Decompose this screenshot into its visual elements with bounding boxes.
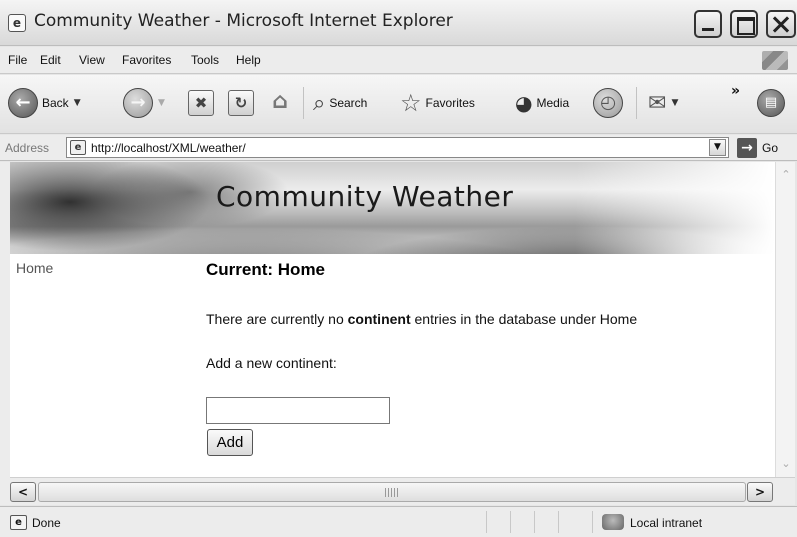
page-done-icon: e	[10, 515, 27, 530]
home-icon: ⌂	[272, 89, 288, 114]
vertical-scrollbar[interactable]: ⌃ ⌄	[775, 162, 795, 477]
toolbar-divider	[636, 87, 637, 119]
address-dropdown-icon[interactable]: ▼	[709, 139, 726, 156]
main-content: Current: Home There are currently no con…	[206, 260, 766, 456]
window-frame-left	[0, 162, 10, 505]
forward-dropdown-icon[interactable]: ▼	[158, 98, 165, 108]
address-label: Address	[5, 141, 50, 155]
toolbar-divider	[303, 87, 304, 119]
go-button[interactable]: Go	[762, 141, 778, 155]
nav-home-link[interactable]: Home	[16, 260, 53, 276]
browser-window: e Community Weather - Microsoft Internet…	[0, 0, 797, 537]
back-arrow-icon: ←	[8, 88, 38, 118]
history-button[interactable]: ◴	[593, 85, 623, 121]
pdf-icon: ▤	[757, 89, 785, 117]
star-icon: ☆	[400, 89, 422, 117]
media-label: Media	[536, 96, 570, 110]
status-text: Done	[32, 516, 61, 530]
home-button[interactable]: ⌂	[267, 85, 293, 121]
menu-favorites[interactable]: Favorites	[122, 53, 171, 67]
add-button[interactable]: Add	[207, 429, 253, 456]
media-icon: ◕	[515, 91, 533, 115]
empty-message: There are currently no continent entries…	[206, 311, 637, 327]
mail-button[interactable]: ✉ ▼	[648, 85, 678, 121]
mail-icon: ✉	[648, 90, 667, 116]
scroll-up-icon[interactable]: ⌃	[779, 168, 793, 182]
scroll-down-icon[interactable]: ⌄	[779, 457, 793, 471]
menu-edit[interactable]: Edit	[40, 53, 61, 67]
status-divider	[534, 511, 535, 533]
banner-fade	[575, 162, 775, 254]
toolbar: ← Back ▼ → ▼ ✖ ↻ ⌂ ⌕ Search ☆ Favorites …	[0, 75, 797, 134]
continent-input[interactable]	[206, 397, 390, 424]
page-viewport: Community Weather Home Current: Home The…	[10, 162, 775, 477]
maximize-button[interactable]	[730, 10, 758, 38]
pdf-button[interactable]: ▤	[757, 85, 785, 121]
menu-file[interactable]: File	[8, 53, 27, 67]
menu-view[interactable]: View	[79, 53, 105, 67]
back-label: Back	[42, 96, 69, 110]
security-zone: Local intranet	[630, 516, 703, 530]
status-divider	[486, 511, 487, 533]
header-banner: Community Weather	[10, 162, 775, 254]
media-button[interactable]: ◕ Media	[515, 85, 569, 121]
close-button[interactable]	[766, 10, 796, 38]
back-dropdown-icon[interactable]: ▼	[74, 98, 81, 108]
scroll-thumb[interactable]	[38, 482, 746, 502]
window-title: Community Weather - Microsoft Internet E…	[34, 11, 453, 31]
status-divider	[592, 511, 593, 533]
empty-message-end: entries in the database under Home	[410, 311, 638, 327]
empty-message-start: There are currently no	[206, 311, 348, 327]
empty-message-keyword: continent	[347, 311, 411, 327]
stop-button[interactable]: ✖	[188, 85, 214, 121]
page-heading: Current: Home	[206, 260, 326, 279]
status-divider	[510, 511, 511, 533]
refresh-icon: ↻	[228, 90, 254, 116]
status-divider	[558, 511, 559, 533]
menu-tools[interactable]: Tools	[191, 53, 219, 67]
address-url[interactable]: http://localhost/XML/weather/	[91, 141, 246, 155]
title-bar: e Community Weather - Microsoft Internet…	[0, 0, 797, 46]
favorites-button[interactable]: ☆ Favorites	[400, 85, 475, 121]
forward-button[interactable]: → ▼	[123, 85, 165, 121]
toolbar-overflow-chevron[interactable]: »	[731, 83, 740, 99]
favorites-label: Favorites	[425, 96, 475, 110]
search-button[interactable]: ⌕ Search	[313, 85, 367, 121]
address-input[interactable]: e http://localhost/XML/weather/ ▼	[66, 137, 729, 158]
history-icon: ◴	[593, 88, 623, 118]
menu-bar: File Edit View Favorites Tools Help	[0, 47, 797, 74]
ie-page-icon: e	[8, 14, 26, 32]
forward-arrow-icon: →	[123, 88, 153, 118]
go-arrow-icon[interactable]: →	[737, 138, 757, 158]
horizontal-scrollbar[interactable]: < >	[10, 477, 795, 505]
refresh-button[interactable]: ↻	[228, 85, 254, 121]
status-bar: e Done Local intranet	[0, 506, 797, 537]
windows-flag-icon	[762, 51, 788, 70]
scroll-left-icon[interactable]: <	[10, 482, 36, 502]
site-title: Community Weather	[216, 180, 514, 213]
menu-help[interactable]: Help	[236, 53, 261, 67]
mail-dropdown-icon[interactable]: ▼	[671, 98, 678, 108]
intranet-zone-icon	[602, 514, 624, 530]
stop-icon: ✖	[188, 90, 214, 116]
scroll-right-icon[interactable]: >	[747, 482, 773, 502]
search-icon: ⌕	[313, 90, 326, 116]
page-icon: e	[70, 140, 86, 155]
back-button[interactable]: ← Back ▼	[8, 85, 81, 121]
scroll-grip	[385, 488, 399, 497]
search-label: Search	[329, 96, 368, 110]
add-continent-label: Add a new continent:	[206, 355, 337, 371]
address-bar: Address e http://localhost/XML/weather/ …	[0, 135, 797, 161]
minimize-button[interactable]	[694, 10, 722, 38]
